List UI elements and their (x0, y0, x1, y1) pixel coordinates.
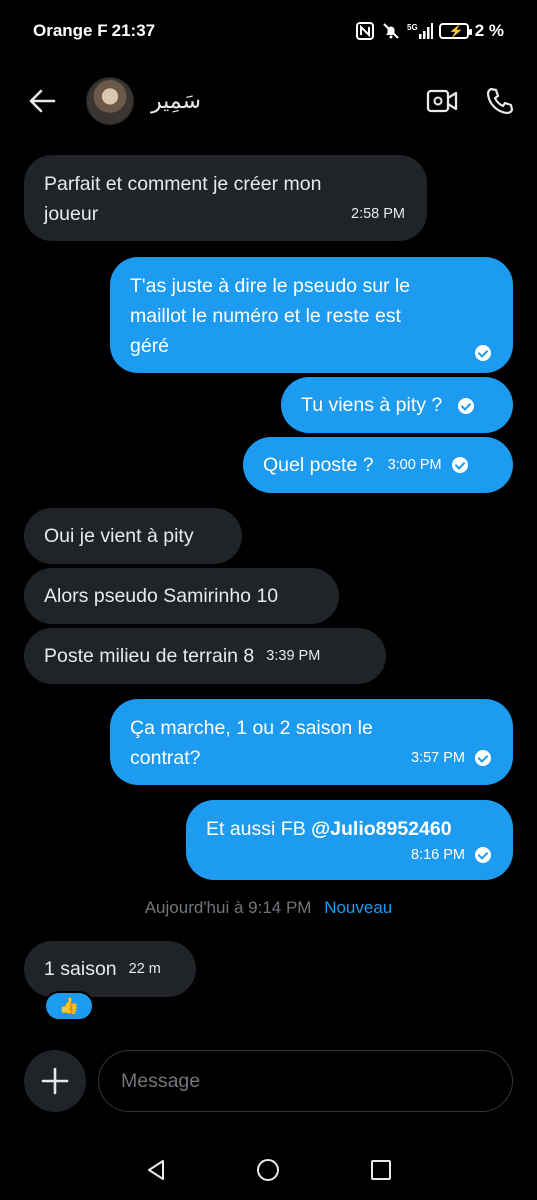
new-messages-divider: Aujourd'hui à 9:14 PM Nouveau (0, 898, 537, 918)
phone-icon[interactable] (483, 84, 517, 118)
message-bubble-incoming[interactable]: Parfait et comment je créer mon joueur 2… (24, 155, 427, 241)
status-icons: 5G ⚡ 2 % (355, 21, 504, 41)
message-time: 3:00 PM (387, 457, 442, 473)
message-text: Alors pseudo Samirinho 10 (44, 585, 279, 607)
carrier-label: Orange F (33, 21, 108, 40)
plus-icon (41, 1067, 69, 1095)
add-attachment-button[interactable] (24, 1050, 86, 1112)
message-text: maillot le numéro et le reste est (130, 305, 401, 327)
message-meta (465, 345, 491, 361)
signal-5g-icon: 5G (407, 22, 433, 40)
message-placeholder: Message (121, 1069, 201, 1092)
message-meta: 3:57 PM (411, 743, 491, 773)
message-bubble-incoming[interactable]: Alors pseudo Samirinho 10 (24, 568, 339, 624)
video-call-icon[interactable] (425, 84, 459, 118)
reaction-badge[interactable]: 👍 (44, 991, 94, 1021)
message-bubble-outgoing[interactable]: Ça marche, 1 ou 2 saison le contrat? 3:5… (110, 699, 513, 785)
message-time: 8:16 PM (411, 847, 465, 863)
message-text: Quel poste ? (263, 454, 374, 476)
message-bubble-outgoing[interactable]: Et aussi FB @Julio8952460 8:16 PM (186, 800, 513, 880)
battery-level: 2 % (474, 21, 504, 40)
mention-link[interactable]: @Julio8952460 (311, 818, 451, 840)
message-composer: Message (24, 1050, 513, 1112)
message-text: Tu viens à pity ? (301, 394, 443, 416)
message-time: 3:39 PM (266, 648, 321, 664)
read-check-icon (451, 457, 468, 473)
message-text: Poste milieu de terrain 8 (44, 645, 255, 667)
message-text: T'as juste à dire le pseudo sur le (130, 275, 411, 297)
read-check-icon (475, 345, 491, 361)
message-text: Oui je vient à pity (44, 525, 194, 547)
divider-timestamp: Aujourd'hui à 9:14 PM (144, 898, 312, 917)
status-bar: Orange F 21:37 5G ⚡ 2 % (0, 0, 537, 62)
nav-recents-icon[interactable] (361, 1150, 401, 1190)
message-text: Ça marche, 1 ou 2 saison le (130, 717, 373, 739)
message-bubble-incoming[interactable]: 1 saison 22 m (24, 941, 196, 997)
message-text: géré (130, 335, 170, 357)
nfc-icon (355, 22, 375, 40)
clock: 21:37 (111, 21, 156, 40)
message-meta: 2:58 PM (351, 199, 405, 229)
message-input[interactable]: Message (98, 1050, 513, 1112)
message-meta: 8:16 PM (411, 840, 491, 870)
message-bubble-incoming[interactable]: Poste milieu de terrain 8 3:39 PM (24, 628, 386, 684)
carrier-time: Orange F 21:37 (33, 21, 155, 41)
message-bubble-outgoing[interactable]: T'as juste à dire le pseudo sur le maill… (110, 257, 513, 373)
battery-icon: ⚡ (438, 23, 472, 39)
system-nav-bar (0, 1140, 537, 1200)
message-bubble-incoming[interactable]: Oui je vient à pity (24, 508, 242, 564)
read-check-icon (475, 847, 491, 863)
message-text: Et aussi FB (206, 818, 312, 840)
svg-text:5G: 5G (407, 23, 418, 32)
avatar[interactable] (86, 77, 134, 125)
thumbs-up-icon: 👍 (59, 998, 79, 1015)
back-arrow-icon[interactable] (20, 79, 64, 123)
message-text: Parfait et comment je créer mon (44, 173, 322, 195)
conversation-header: سَمِير (0, 62, 537, 140)
message-bubble-outgoing[interactable]: Quel poste ? 3:00 PM (243, 437, 513, 493)
read-check-icon (475, 750, 491, 766)
mute-bell-icon (381, 22, 401, 40)
header-actions (425, 84, 517, 118)
read-check-icon (457, 397, 474, 414)
message-time: 2:58 PM (351, 206, 405, 222)
contact-name[interactable]: سَمِير (151, 89, 201, 114)
new-label: Nouveau (324, 898, 393, 917)
nav-back-icon[interactable] (136, 1150, 176, 1190)
message-time: 3:57 PM (411, 750, 465, 766)
message-text: 1 saison (44, 958, 117, 980)
message-time: 22 m (128, 961, 161, 977)
message-bubble-outgoing[interactable]: Tu viens à pity ? (281, 377, 513, 433)
nav-home-icon[interactable] (248, 1150, 288, 1190)
